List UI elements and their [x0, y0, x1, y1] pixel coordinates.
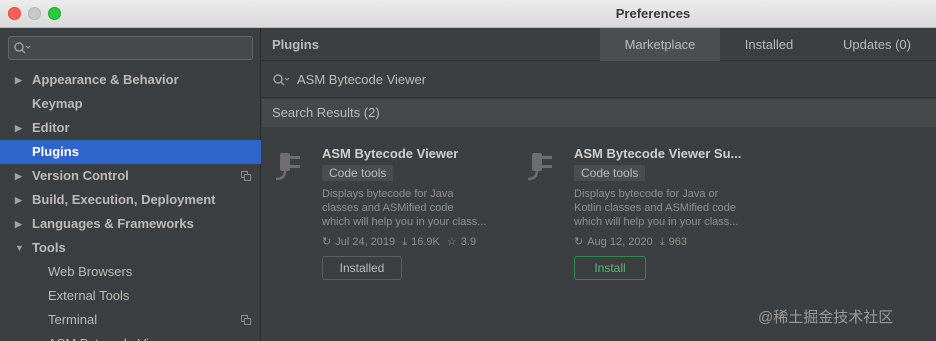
- settings-search-input[interactable]: [35, 39, 245, 57]
- plugin-meta: ↻ Jul 24, 2019 ⤓ 16.9K ☆ 3.9: [322, 235, 480, 249]
- expand-arrow-icon[interactable]: ▶: [15, 212, 22, 236]
- download-icon: ⤓: [659, 236, 665, 248]
- expand-arrow-icon[interactable]: ▶: [15, 68, 22, 92]
- sidebar-item-label: Web Browsers: [48, 264, 133, 279]
- sidebar-item-web-browsers[interactable]: Web Browsers: [0, 260, 261, 284]
- sidebar-item-version-control[interactable]: ▶ Version Control: [0, 164, 261, 188]
- sidebar-item-label: Appearance & Behavior: [32, 72, 179, 87]
- sidebar-item-label: ASM Bytecode Viewer: [48, 332, 177, 341]
- description-line: Kotlin classes and ASMified code: [574, 202, 737, 214]
- plugin-name[interactable]: ASM Bytecode Viewer Su...: [574, 146, 764, 161]
- sidebar-item-label: Languages & Frameworks: [32, 216, 194, 231]
- page-title: Plugins: [272, 37, 319, 52]
- plugin-category-tag: Code tools: [574, 165, 646, 181]
- plugins-header: Plugins Marketplace Installed Updates (0…: [262, 28, 936, 61]
- tab-installed[interactable]: Installed: [720, 28, 818, 61]
- sidebar-item-build-execution-deployment[interactable]: ▶ Build, Execution, Deployment: [0, 188, 261, 212]
- sidebar-item-label: Version Control: [32, 168, 129, 183]
- plugin-name[interactable]: ASM Bytecode Viewer: [322, 146, 512, 161]
- description-line: Displays bytecode for Java or: [574, 188, 719, 200]
- plugin-downloads: 16.9K: [411, 236, 440, 248]
- plugin-card[interactable]: ASM Bytecode Viewer Su... Code tools Dis…: [524, 141, 764, 291]
- tab-updates[interactable]: Updates (0): [818, 28, 936, 61]
- plugin-search-input[interactable]: ASM Bytecode Viewer: [297, 72, 426, 87]
- download-icon: ⤓: [402, 236, 408, 248]
- installed-button[interactable]: Installed: [322, 256, 402, 280]
- plugins-panel: Plugins Marketplace Installed Updates (0…: [262, 28, 936, 341]
- settings-tree: ▶ Appearance & Behavior Keymap ▶ Editor …: [0, 68, 261, 341]
- plugin-card[interactable]: ASM Bytecode Viewer Code tools Displays …: [272, 141, 512, 291]
- install-button[interactable]: Install: [574, 256, 646, 280]
- title-bar: Preferences: [0, 0, 936, 28]
- plugin-date: Aug 12, 2020: [587, 236, 653, 248]
- window-title: Preferences: [615, 6, 691, 21]
- description-line: Displays bytecode for Java: [322, 188, 454, 200]
- sidebar-item-editor[interactable]: ▶ Editor: [0, 116, 261, 140]
- sidebar-item-label: Terminal: [48, 312, 98, 327]
- description-line: which will help you in your class...: [574, 216, 739, 228]
- plugin-rating: 3.9: [460, 236, 477, 248]
- plugin-description: Displays bytecode for Java or Kotlin cla…: [574, 187, 759, 229]
- sidebar-item-plugins[interactable]: Plugins: [0, 140, 261, 164]
- sidebar-item-asm-bytecode-viewer[interactable]: ASM Bytecode Viewer: [0, 332, 261, 341]
- sidebar-item-label: Build, Execution, Deployment: [32, 192, 216, 207]
- expand-arrow-icon[interactable]: ▶: [15, 188, 22, 212]
- sidebar-item-terminal[interactable]: Terminal: [0, 308, 261, 332]
- search-icon: [273, 74, 290, 86]
- plugin-description: Displays bytecode for Java classes and A…: [322, 187, 507, 229]
- description-line: classes and ASMified code: [322, 202, 454, 214]
- settings-sidebar: ▶ Appearance & Behavior Keymap ▶ Editor …: [0, 28, 261, 341]
- settings-search-field[interactable]: [8, 36, 253, 60]
- search-results-header: Search Results (2): [262, 99, 936, 127]
- plugin-downloads: 963: [668, 236, 687, 248]
- expand-arrow-icon[interactable]: ▶: [15, 116, 22, 140]
- sidebar-item-label: External Tools: [48, 288, 130, 303]
- sidebar-item-tools[interactable]: ▼ Tools: [0, 236, 261, 260]
- project-settings-icon: [241, 315, 251, 325]
- sidebar-item-appearance-behavior[interactable]: ▶ Appearance & Behavior: [0, 68, 261, 92]
- sidebar-item-languages-frameworks[interactable]: ▶ Languages & Frameworks: [0, 212, 261, 236]
- project-settings-icon: [241, 171, 251, 181]
- search-icon: [14, 42, 31, 54]
- plugin-icon: [275, 153, 300, 181]
- description-line: which will help you in your class...: [322, 216, 487, 228]
- expand-arrow-icon[interactable]: ▶: [15, 164, 22, 188]
- collapse-arrow-icon[interactable]: ▼: [15, 236, 24, 260]
- watermark: @稀土掘金技术社区: [758, 309, 894, 326]
- plugin-meta: ↻ Aug 12, 2020 ⤓ 963: [574, 235, 691, 249]
- sidebar-item-external-tools[interactable]: External Tools: [0, 284, 261, 308]
- sidebar-item-keymap[interactable]: Keymap: [0, 92, 261, 116]
- sidebar-item-label: Tools: [32, 240, 66, 255]
- refresh-icon: ↻: [574, 236, 584, 248]
- plugin-date: Jul 24, 2019: [335, 236, 396, 248]
- plugin-icon: [527, 153, 552, 181]
- sidebar-item-label: Keymap: [32, 96, 83, 111]
- star-icon: ☆: [446, 236, 457, 248]
- sidebar-item-label: Editor: [32, 120, 70, 135]
- tab-marketplace[interactable]: Marketplace: [600, 28, 720, 61]
- plugin-category-tag: Code tools: [322, 165, 394, 181]
- plugin-search-field[interactable]: ASM Bytecode Viewer: [262, 61, 936, 98]
- sidebar-item-label: Plugins: [32, 144, 79, 159]
- refresh-icon: ↻: [322, 236, 332, 248]
